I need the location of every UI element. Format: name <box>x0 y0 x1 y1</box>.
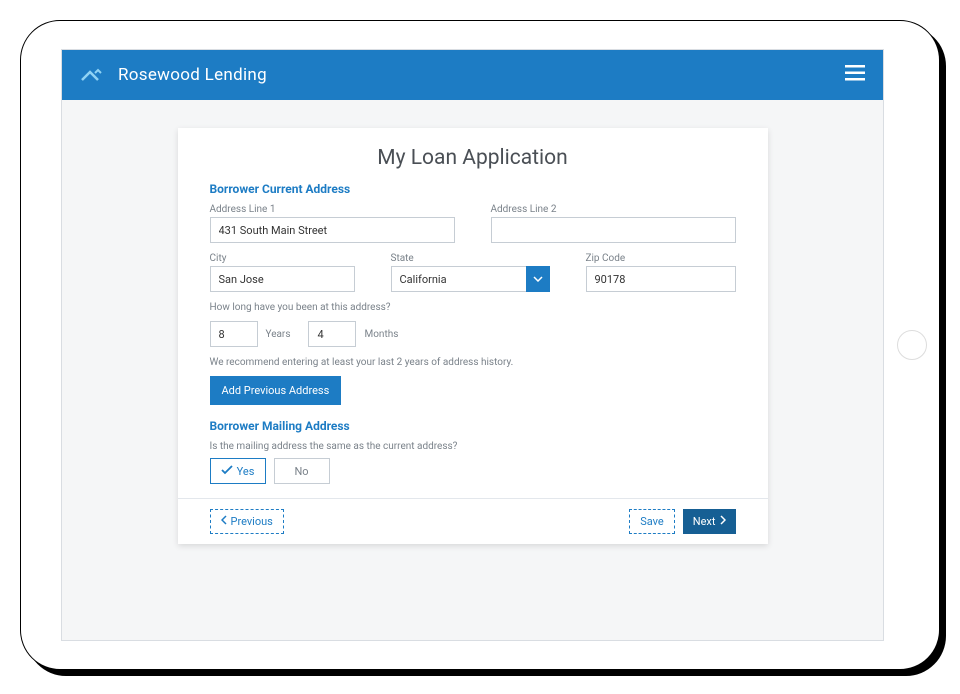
mailing-yes-button[interactable]: Yes <box>210 458 266 484</box>
mailing-no-label: No <box>294 465 308 478</box>
section-current-title: Borrower Current Address <box>210 182 736 196</box>
app-screen: Rosewood Lending My Loan Application Bor… <box>61 49 884 641</box>
section-mailing-title: Borrower Mailing Address <box>210 419 736 433</box>
mailing-yes-label: Yes <box>237 465 255 478</box>
duration-question: How long have you been at this address? <box>210 302 736 313</box>
menu-icon[interactable] <box>845 65 865 85</box>
form-card: My Loan Application Borrower Current Add… <box>178 128 768 544</box>
save-button[interactable]: Save <box>629 509 675 534</box>
months-input[interactable] <box>308 321 356 347</box>
city-label: City <box>210 253 355 264</box>
mailing-no-button[interactable]: No <box>274 458 330 484</box>
check-icon <box>221 465 233 478</box>
tablet-home-button[interactable] <box>897 330 927 360</box>
card-footer: Previous Save Next <box>178 498 768 544</box>
address1-label: Address Line 1 <box>210 204 455 215</box>
add-previous-address-button[interactable]: Add Previous Address <box>210 376 342 405</box>
address2-label: Address Line 2 <box>491 204 736 215</box>
previous-label: Previous <box>231 515 273 528</box>
years-input[interactable] <box>210 321 258 347</box>
brand-title: Rosewood Lending <box>118 65 267 85</box>
state-label: State <box>391 253 550 264</box>
mailing-question: Is the mailing address the same as the c… <box>210 441 736 452</box>
chevron-down-icon[interactable] <box>526 266 550 292</box>
next-button[interactable]: Next <box>683 509 736 534</box>
months-label: Months <box>364 329 398 340</box>
address1-input[interactable] <box>210 217 455 243</box>
previous-button[interactable]: Previous <box>210 509 284 534</box>
zip-label: Zip Code <box>586 253 736 264</box>
chevron-left-icon <box>221 515 227 528</box>
topbar: Rosewood Lending <box>62 50 883 100</box>
page-title: My Loan Application <box>210 146 736 170</box>
years-label: Years <box>266 329 291 340</box>
city-input[interactable] <box>210 266 355 292</box>
chevron-right-icon <box>720 515 726 528</box>
next-label: Next <box>693 515 716 528</box>
tablet-frame: Rosewood Lending My Loan Application Bor… <box>20 20 940 670</box>
brand-logo-icon <box>80 66 106 84</box>
history-hint: We recommend entering at least your last… <box>210 357 736 368</box>
zip-input[interactable] <box>586 266 736 292</box>
brand: Rosewood Lending <box>80 65 267 85</box>
address2-input[interactable] <box>491 217 736 243</box>
